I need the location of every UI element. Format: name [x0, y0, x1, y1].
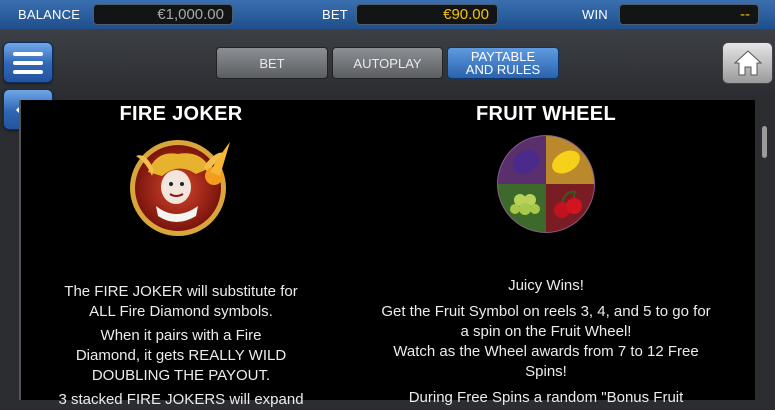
hamburger-menu-icon: [13, 51, 43, 74]
fruit-wheel-section: FRUIT WHEEL Juicy Wins! Get the Fruit Sy…: [368, 100, 724, 408]
menu-button[interactable]: [3, 42, 53, 83]
tab-paytable-rules[interactable]: PAYTABLE AND RULES: [447, 47, 559, 79]
fire-joker-text-3: 3 stacked FIRE JOKERS will expand: [58, 391, 304, 408]
balance-label: BALANCE: [18, 7, 81, 22]
tab-bet[interactable]: BET: [216, 47, 328, 79]
balance-value: €1,000.00: [93, 4, 233, 25]
home-icon: [733, 50, 762, 76]
fruit-wheel-text-2: Get the Fruit Symbol on reels 3, 4, and …: [381, 303, 711, 340]
scrollbar-thumb[interactable]: [762, 126, 767, 158]
bet-label: BET: [322, 7, 348, 22]
fruit-wheel-symbol: [368, 126, 724, 236]
tab-autoplay-label: AUTOPLAY: [353, 55, 422, 71]
tab-autoplay[interactable]: AUTOPLAY: [332, 47, 443, 79]
win-label: WIN: [582, 7, 608, 22]
tab-bet-label: BET: [259, 55, 285, 71]
jester-icon: [130, 140, 230, 236]
fire-joker-title: FIRE JOKER: [119, 103, 243, 125]
fruit-wheel-text-3: Watch as the Wheel awards from 7 to 12 F…: [393, 343, 699, 380]
fire-joker-text-2: When it pairs with a Fire Diamond, it ge…: [75, 327, 287, 384]
fruit-wheel-title: FRUIT WHEEL: [476, 103, 616, 125]
win-value: --: [619, 4, 759, 25]
fruit-wheel-text-4: During Free Spins a random "Bonus Fruit: [408, 389, 684, 406]
status-bar: BALANCE €1,000.00 BET €90.00 WIN --: [0, 0, 775, 29]
fruit-wheel-icon: [497, 135, 595, 233]
bet-value: €90.00: [356, 4, 498, 25]
tab-paytable-label: PAYTABLE AND RULES: [465, 49, 541, 77]
home-button[interactable]: [722, 42, 773, 84]
fire-joker-symbol: [40, 126, 322, 236]
fire-joker-section: FIRE JOKER The FIRE JOKER will substitut…: [40, 100, 322, 410]
fire-joker-text-1: The FIRE JOKER will substitute for ALL F…: [64, 283, 298, 320]
fruit-wheel-text-1: Juicy Wins!: [508, 277, 584, 294]
